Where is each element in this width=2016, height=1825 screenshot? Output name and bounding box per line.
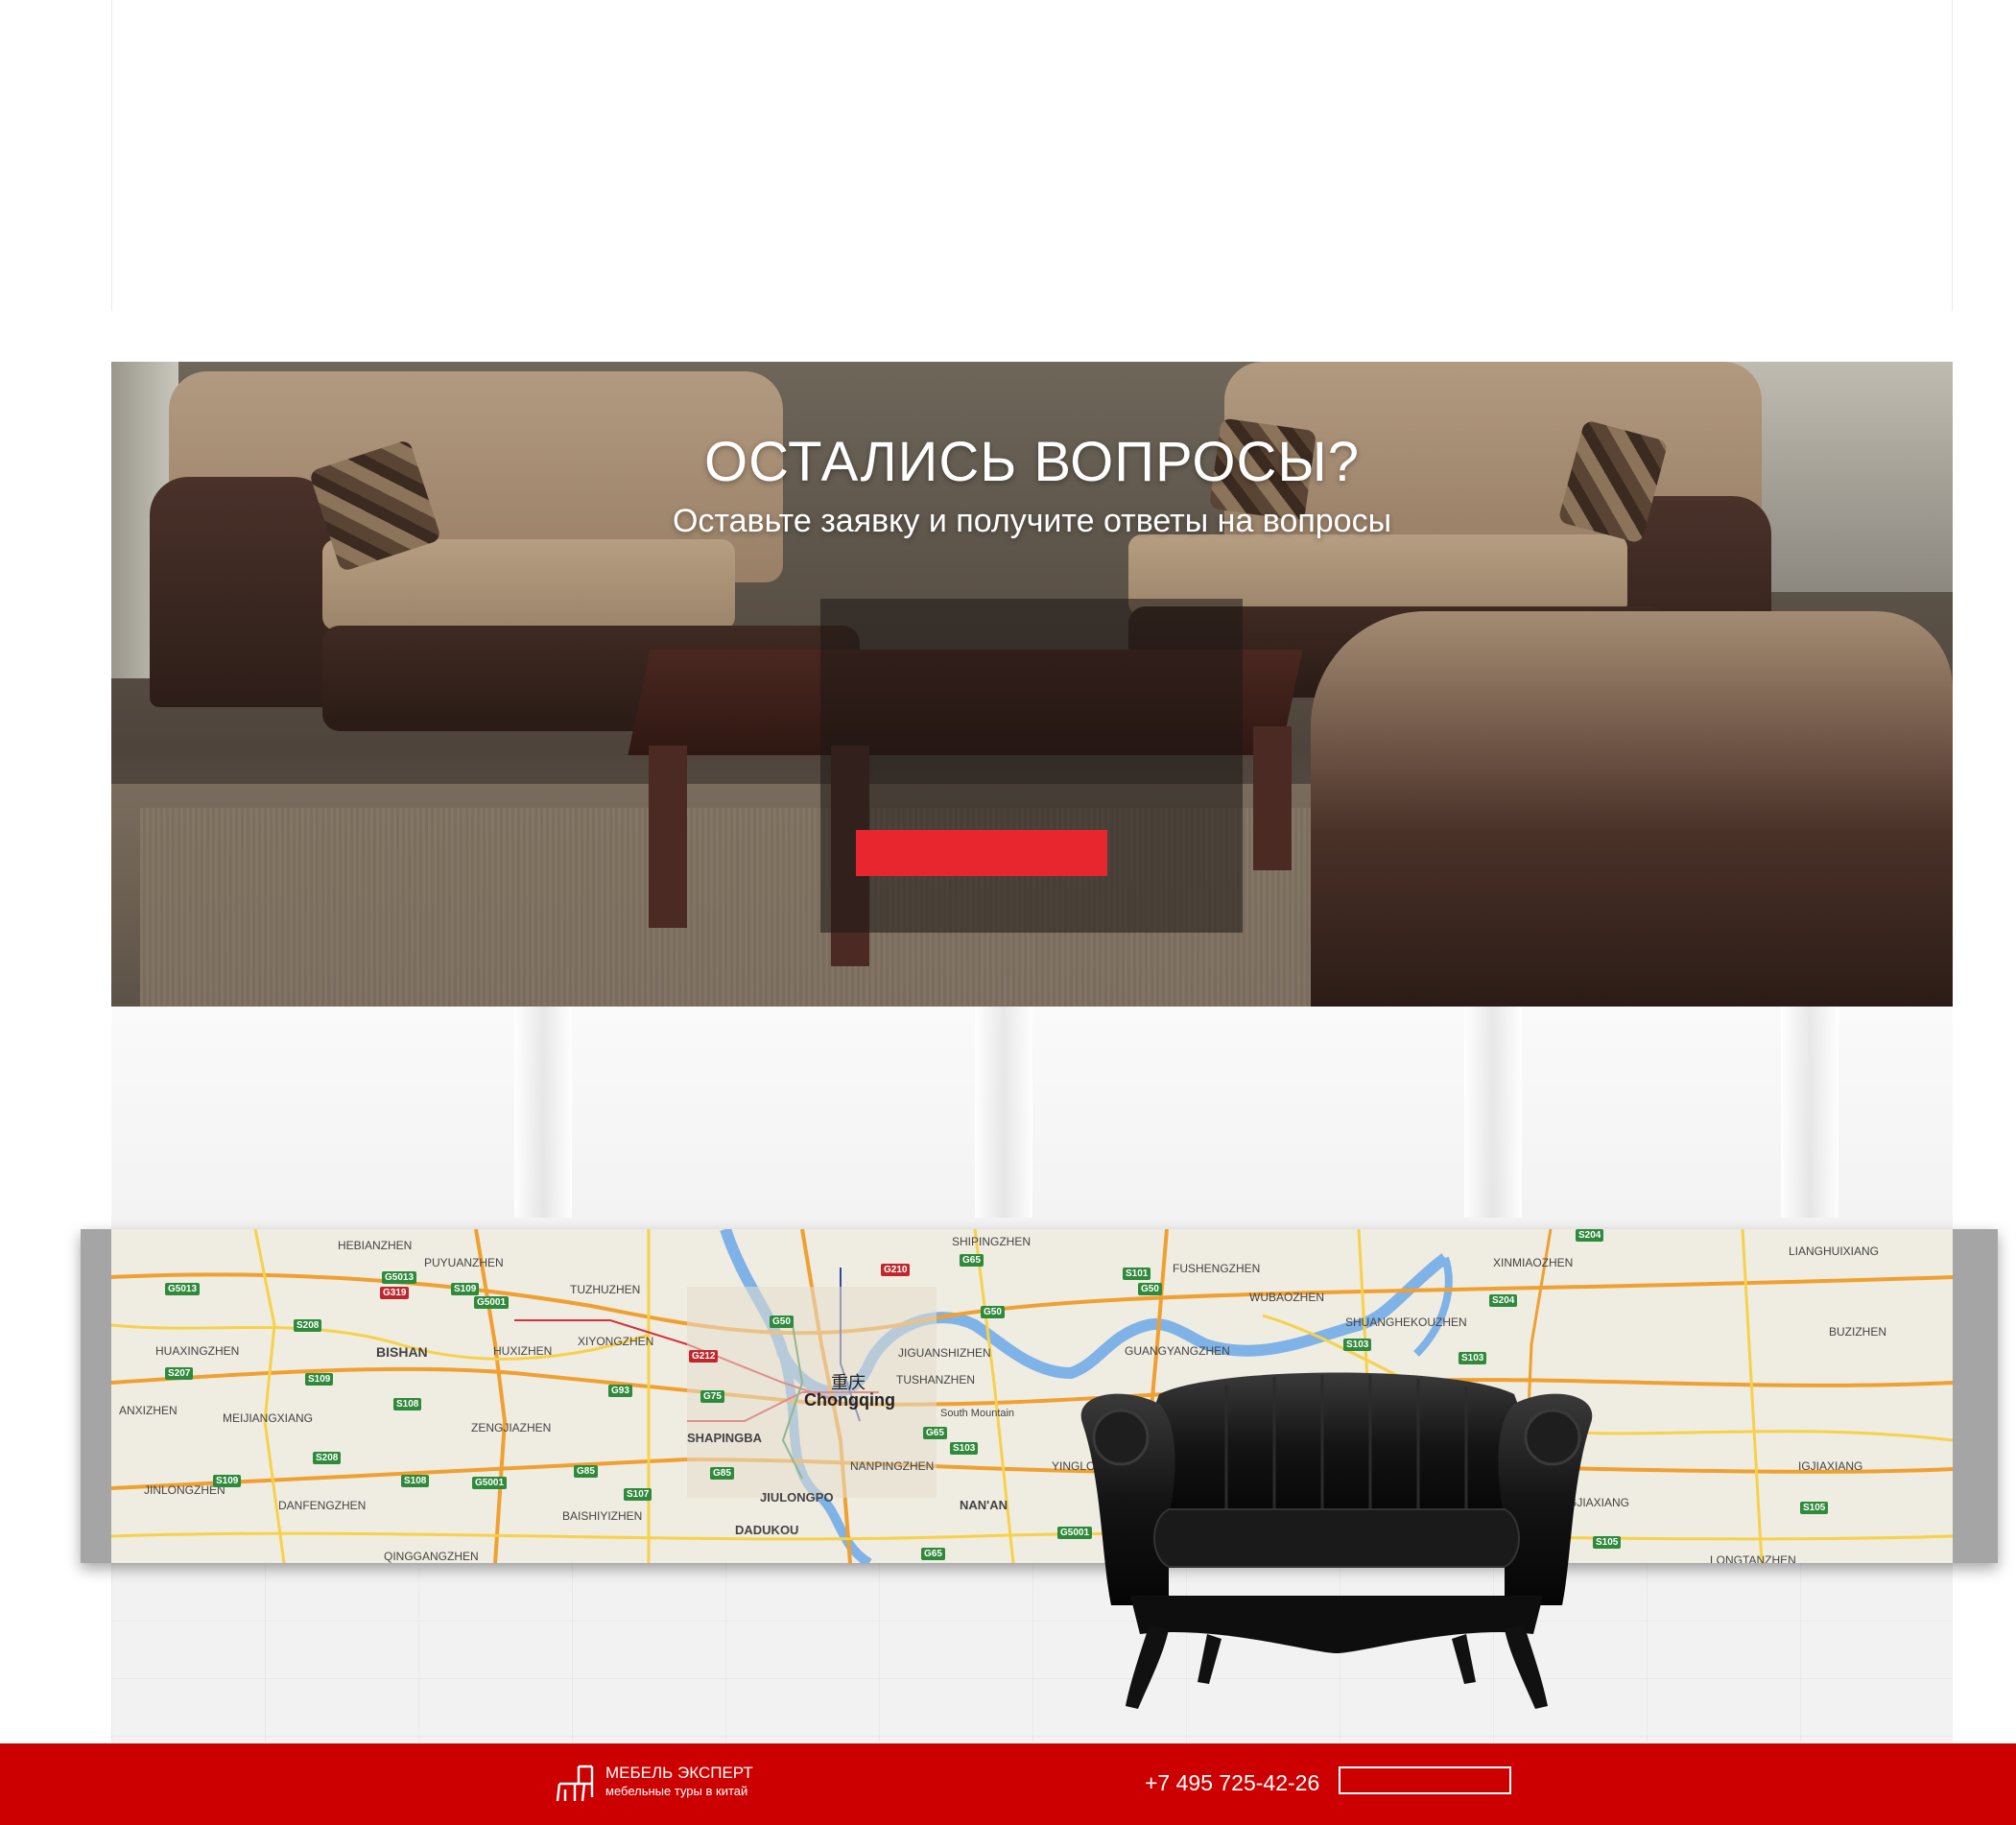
road-shield-label: S204 (1489, 1294, 1518, 1307)
map-place-label: MEIJIANGXIANG (223, 1411, 314, 1425)
location-map[interactable]: HEBIANZHEN PUYUANZHEN TUZHUZHEN XIYONGZH… (111, 1229, 1953, 1563)
brand-tagline: мебельные туры в китай (605, 1784, 748, 1798)
map-place-label: FUSHENGZHEN (1173, 1262, 1261, 1275)
map-place-label: IGJIAXIANG (1798, 1459, 1863, 1473)
chair-logo-icon (556, 1765, 594, 1802)
wall-pillar (1781, 1007, 1838, 1218)
callback-button[interactable] (1339, 1766, 1511, 1794)
road-shield-label: S103 (950, 1442, 979, 1455)
road-shield-label: S103 (1459, 1352, 1487, 1364)
phone-number[interactable]: +7 495 725-42-26 (1145, 1768, 1319, 1797)
top-hero-panel (111, 0, 1953, 311)
road-shield-label: G65 (921, 1548, 945, 1560)
road-shield-label: G319 (380, 1287, 410, 1299)
map-place-label: DANFENGZHEN (278, 1499, 367, 1512)
road-shield-label: G85 (710, 1467, 734, 1480)
road-shield-label: G85 (574, 1465, 598, 1478)
wall-pillar (1464, 1007, 1522, 1218)
map-place-label: PUYUANZHEN (424, 1256, 504, 1269)
road-shield-label: S204 (1576, 1229, 1604, 1242)
armchair-image (1080, 1372, 1593, 1709)
road-shield-label: S103 (1343, 1339, 1372, 1351)
road-shield-label: S109 (305, 1373, 334, 1386)
map-place-label: HUXIZHEN (493, 1344, 553, 1358)
road-shield-label: G50 (1138, 1283, 1162, 1295)
room-floor-tiles (111, 1563, 1953, 1742)
road-shield-label: S207 (165, 1367, 194, 1380)
brand-logo[interactable]: МЕБЕЛЬ ЭКСПЕРТ мебельные туры в китай (556, 1763, 776, 1805)
brand-name: МЕБЕЛЬ ЭКСПЕРТ (605, 1764, 753, 1782)
road-shield-label: S105 (1800, 1502, 1829, 1514)
road-shield-label: G5001 (472, 1477, 508, 1489)
map-place-label: BUZIZHEN (1829, 1325, 1886, 1339)
map-place-label: XINMIAOZHEN (1493, 1256, 1574, 1269)
questions-banner: ОСТАЛИСЬ ВОПРОСЫ? Оставьте заявку и полу… (111, 362, 1953, 1007)
map-place-label: LONGTANZHEN (1710, 1553, 1796, 1563)
map-place-label: GUANGYANGZHEN (1125, 1344, 1230, 1358)
map-place-label: QINGGANGZHEN (384, 1550, 479, 1563)
questions-subtitle: Оставьте заявку и получите ответы на воп… (672, 503, 1392, 539)
map-place-label: DADUKOU (735, 1523, 799, 1537)
road-shield-label: G65 (923, 1427, 947, 1439)
road-shield-label: G5013 (165, 1283, 201, 1295)
wall-pillar (514, 1007, 572, 1218)
map-place-label: SHIPINGZHEN (952, 1235, 1032, 1248)
road-shield-label: G210 (881, 1264, 911, 1276)
road-shield-label: S208 (313, 1452, 342, 1464)
map-place-label: ZENGJIAZHEN (471, 1421, 552, 1434)
road-shield-label: S109 (451, 1283, 480, 1295)
road-shield-label: G5013 (382, 1271, 417, 1284)
questions-title: ОСТАЛИСЬ ВОПРОСЫ? (704, 431, 1360, 493)
map-city: Chongqing (804, 1390, 895, 1410)
map-place-label: NANPINGZHEN (850, 1459, 935, 1473)
submit-request-button[interactable] (856, 830, 1107, 876)
map-place-label: TUZHUZHEN (570, 1283, 641, 1296)
map-place-label: HEBIANZHEN (338, 1239, 413, 1252)
map-place-label: WUBAOZHEN (1249, 1291, 1324, 1304)
coffee-table-leg (1253, 726, 1292, 870)
map-place-label: NAN'AN (960, 1498, 1008, 1512)
map-place-label: BAISHIYIZHEN (562, 1509, 643, 1523)
road-shield-label: G50 (981, 1306, 1005, 1318)
footer: МЕБЕЛЬ ЭКСПЕРТ мебельные туры в китай +7… (0, 1743, 2016, 1825)
map-place-label: HUAXINGZHEN (155, 1344, 240, 1358)
map-place-label: ANXIZHEN (119, 1404, 178, 1417)
map-place-label: LIANGHUIXIANG (1789, 1244, 1880, 1258)
road-shield-label: G93 (608, 1385, 632, 1397)
map-place-label: SHAPINGBA (687, 1431, 763, 1445)
road-shield-label: S108 (393, 1398, 422, 1410)
road-shield-label: G75 (700, 1390, 724, 1403)
map-place-label: TUSHANZHEN (896, 1373, 976, 1387)
road-shield-label: S107 (624, 1488, 652, 1501)
road-shield-label: G212 (689, 1350, 719, 1363)
map-place-label: XIYONGZHEN (578, 1335, 654, 1348)
road-shield-label: S109 (213, 1475, 242, 1487)
map-place-label: JIGUANSHIZHEN (898, 1346, 991, 1360)
wall-pillar (975, 1007, 1032, 1218)
road-shield-label: S208 (294, 1319, 322, 1332)
road-shield-label: G50 (770, 1315, 794, 1328)
request-form (820, 599, 1243, 933)
road-shield-label: G65 (960, 1254, 984, 1267)
armchair-right (1311, 611, 1953, 1007)
road-shield-label: S108 (401, 1475, 430, 1487)
map-place-label: South Mountain (940, 1408, 1015, 1419)
road-shield-label: S101 (1123, 1268, 1151, 1280)
map-place-label: BISHAN (376, 1344, 428, 1360)
coffee-table-leg (649, 746, 687, 928)
map-place-label: JIULONGPO (760, 1490, 834, 1505)
road-shield-label: G5001 (474, 1296, 510, 1309)
map-place-label: SHUANGHEKOUZHEN (1345, 1315, 1467, 1329)
